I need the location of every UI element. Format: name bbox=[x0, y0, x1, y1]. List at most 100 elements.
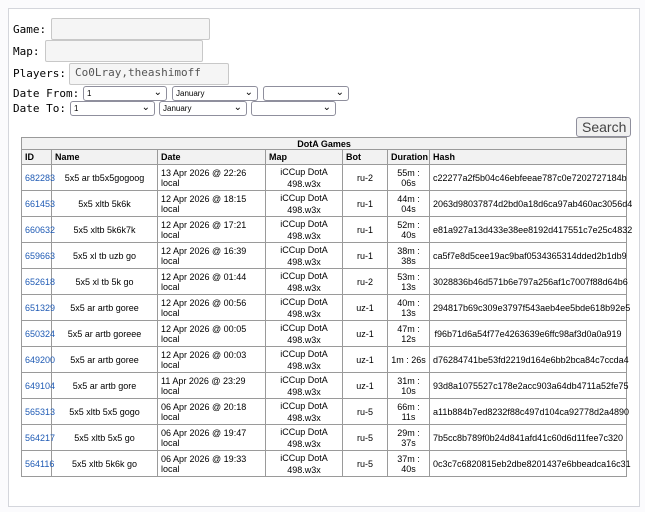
game-date-cell: 12 Apr 2026 @ 00:56 local bbox=[157, 294, 266, 321]
game-map-cell: iCCup DotA 498.w3x bbox=[265, 268, 343, 295]
search-button[interactable]: Search bbox=[576, 117, 631, 137]
date-to-label: Date To: bbox=[13, 102, 66, 115]
game-map-cell: iCCup DotA 498.w3x bbox=[265, 294, 343, 321]
game-bot-cell: uz-1 bbox=[342, 320, 388, 347]
game-bot-cell: ru-1 bbox=[342, 216, 388, 243]
table-row: 564116 5x5 xltb 5k6k go 06 Apr 2026 @ 19:3… bbox=[21, 450, 631, 477]
col-header-bot: Bot bbox=[342, 149, 388, 165]
game-id-link[interactable]: 650324 bbox=[25, 329, 55, 339]
game-map-cell: iCCup DotA 498.w3x bbox=[265, 398, 343, 425]
game-duration-cell: 47m : 12s bbox=[387, 320, 430, 347]
game-hash-cell: 93d8a1075527c178e2acc903a64db4711a52fe75 bbox=[428, 372, 629, 399]
chevron-down-icon: ⌄ bbox=[322, 102, 331, 113]
map-name: iCCup DotA bbox=[280, 400, 328, 411]
game-hash-cell: 7b5cc8b789f0b24d841afd41c60d6d11fee7c320 bbox=[428, 424, 628, 451]
game-id-link[interactable]: 564116 bbox=[25, 459, 54, 469]
game-id-cell: 682283 bbox=[21, 164, 55, 191]
game-bot-cell: ru-5 bbox=[342, 424, 388, 451]
from-day-select[interactable]: 1 ⌄ bbox=[83, 86, 167, 101]
from-year-select[interactable]: ⌄ bbox=[263, 86, 349, 101]
game-id-link[interactable]: 652618 bbox=[25, 277, 55, 287]
chevron-down-icon: ⌄ bbox=[335, 87, 344, 98]
game-bot-cell: ru-5 bbox=[342, 450, 388, 477]
col-header-duration: Duration bbox=[387, 149, 430, 165]
game-id-cell: 659663 bbox=[21, 242, 55, 269]
table-row: 649200 5x5 ar artb goree 12 Apr 2026 @ 00:… bbox=[21, 346, 629, 373]
players-input[interactable]: Co0Lray,theashimoff bbox=[69, 63, 229, 85]
date-from-label: Date From: bbox=[13, 87, 80, 100]
games-table: DotA Games ID Name Date Map Bot Duration… bbox=[20, 137, 632, 477]
game-bot-cell: uz-1 bbox=[342, 294, 388, 321]
game-bot-cell: uz-1 bbox=[342, 372, 388, 399]
game-id-link[interactable]: 660632 bbox=[25, 225, 55, 235]
game-name-cell: 5x5 xltb 5x5 gogo bbox=[51, 398, 158, 425]
game-duration-cell: 1m : 26s bbox=[387, 346, 430, 373]
to-month-select[interactable]: January ⌄ bbox=[159, 101, 247, 116]
map-name: iCCup DotA bbox=[280, 166, 328, 177]
to-year-select[interactable]: ⌄ bbox=[251, 101, 336, 116]
game-date-cell: 13 Apr 2026 @ 22:26 local bbox=[157, 164, 266, 191]
map-file: 498.w3x bbox=[287, 464, 321, 475]
game-id-link[interactable]: 682283 bbox=[25, 173, 55, 183]
game-hash-cell: 2063d98037874d2bd0a18d6ca97ab460ac3056d4 bbox=[428, 190, 632, 217]
to-day-select[interactable]: 1 ⌄ bbox=[70, 101, 155, 116]
game-date-cell: 11 Apr 2026 @ 23:29 local bbox=[157, 372, 266, 399]
table-row: 565313 5x5 xltb 5x5 gogo 06 Apr 2026 @ 20:… bbox=[21, 398, 629, 425]
game-id-link[interactable]: 651329 bbox=[25, 303, 55, 313]
game-id-cell: 649104 bbox=[21, 372, 55, 399]
players-label: Players: bbox=[13, 67, 66, 80]
game-id-link[interactable]: 661453 bbox=[25, 199, 55, 209]
from-month-select[interactable]: January ⌄ bbox=[172, 86, 258, 101]
table-row: 682283 5x5 ar tb5x5gogoog 13 Apr 2026 @ 22… bbox=[21, 164, 628, 191]
table-row: 660632 5x5 xltb 5k6k7k 12 Apr 2026 @ 17:21… bbox=[21, 216, 632, 243]
game-name-cell: 5x5 xltb 5k6k7k bbox=[51, 216, 158, 243]
game-hash-cell: a11b884b7ed8232f88c497d104ca92778d2a4890 bbox=[428, 398, 629, 425]
game-bot-cell: ru-1 bbox=[342, 190, 388, 217]
map-file: 498.w3x bbox=[287, 256, 321, 267]
map-file: 498.w3x bbox=[287, 334, 321, 345]
game-date-cell: 12 Apr 2026 @ 17:21 local bbox=[157, 216, 266, 243]
game-date-cell: 06 Apr 2026 @ 19:47 local bbox=[157, 424, 266, 451]
map-input[interactable] bbox=[45, 40, 203, 62]
map-file: 498.w3x bbox=[287, 204, 321, 215]
to-day-value: 1 bbox=[74, 104, 79, 113]
map-name: iCCup DotA bbox=[280, 452, 328, 463]
game-id-cell: 564116 bbox=[21, 450, 54, 477]
col-header-name: Name bbox=[51, 149, 158, 165]
game-id-cell: 564217 bbox=[21, 424, 55, 451]
game-map-cell: iCCup DotA 498.w3x bbox=[265, 216, 343, 243]
map-name: iCCup DotA bbox=[280, 348, 328, 359]
game-hash-cell: d76284741be53fd2219d164e6bb2bca84c7ccda4 bbox=[428, 346, 629, 373]
game-hash-cell: f96b71d6a54f77e4263639e6ffc98af3d0a0a919 bbox=[428, 320, 628, 347]
game-id-link[interactable]: 649200 bbox=[25, 355, 55, 365]
map-name: iCCup DotA bbox=[280, 426, 328, 437]
to-month-value: January bbox=[163, 104, 192, 113]
game-date-cell: 06 Apr 2026 @ 20:18 local bbox=[157, 398, 266, 425]
map-name: iCCup DotA bbox=[280, 296, 328, 307]
map-name: iCCup DotA bbox=[280, 192, 328, 203]
from-month-value: January bbox=[176, 89, 205, 98]
game-id-link[interactable]: 565313 bbox=[25, 407, 55, 417]
game-date-cell: 12 Apr 2026 @ 18:15 local bbox=[157, 190, 266, 217]
game-name-cell: 5x5 xltb 5k6k go bbox=[51, 450, 158, 477]
game-name-cell: 5x5 ar artb goreee bbox=[51, 320, 158, 347]
game-duration-cell: 66m : 11s bbox=[387, 398, 430, 425]
table-row: 652618 5x5 xl tb 5k go 12 Apr 2026 @ 01:44… bbox=[21, 268, 628, 295]
game-id-link[interactable]: 564217 bbox=[25, 433, 55, 443]
game-name-cell: 5x5 ar tb5x5gogoog bbox=[51, 164, 158, 191]
map-name: iCCup DotA bbox=[280, 270, 328, 281]
game-hash-cell: c22277a2f5b04c46ebfeeae787c0e7202727184b bbox=[428, 164, 628, 191]
game-label: Game: bbox=[13, 23, 47, 36]
map-name: iCCup DotA bbox=[280, 244, 328, 255]
game-date-cell: 06 Apr 2026 @ 19:33 local bbox=[157, 450, 266, 477]
table-row: 650324 5x5 ar artb goreee 12 Apr 2026 @ 00… bbox=[21, 320, 628, 347]
game-input[interactable] bbox=[51, 18, 210, 40]
game-bot-cell: ru-2 bbox=[342, 268, 388, 295]
game-id-cell: 661453 bbox=[21, 190, 55, 217]
map-file: 498.w3x bbox=[287, 230, 321, 241]
game-id-link[interactable]: 659663 bbox=[25, 251, 55, 261]
col-header-date: Date bbox=[157, 149, 266, 165]
game-id-link[interactable]: 649104 bbox=[25, 381, 55, 391]
game-name-cell: 5x5 xl tb uzb go bbox=[51, 242, 158, 269]
table-caption: DotA Games bbox=[20, 137, 628, 150]
